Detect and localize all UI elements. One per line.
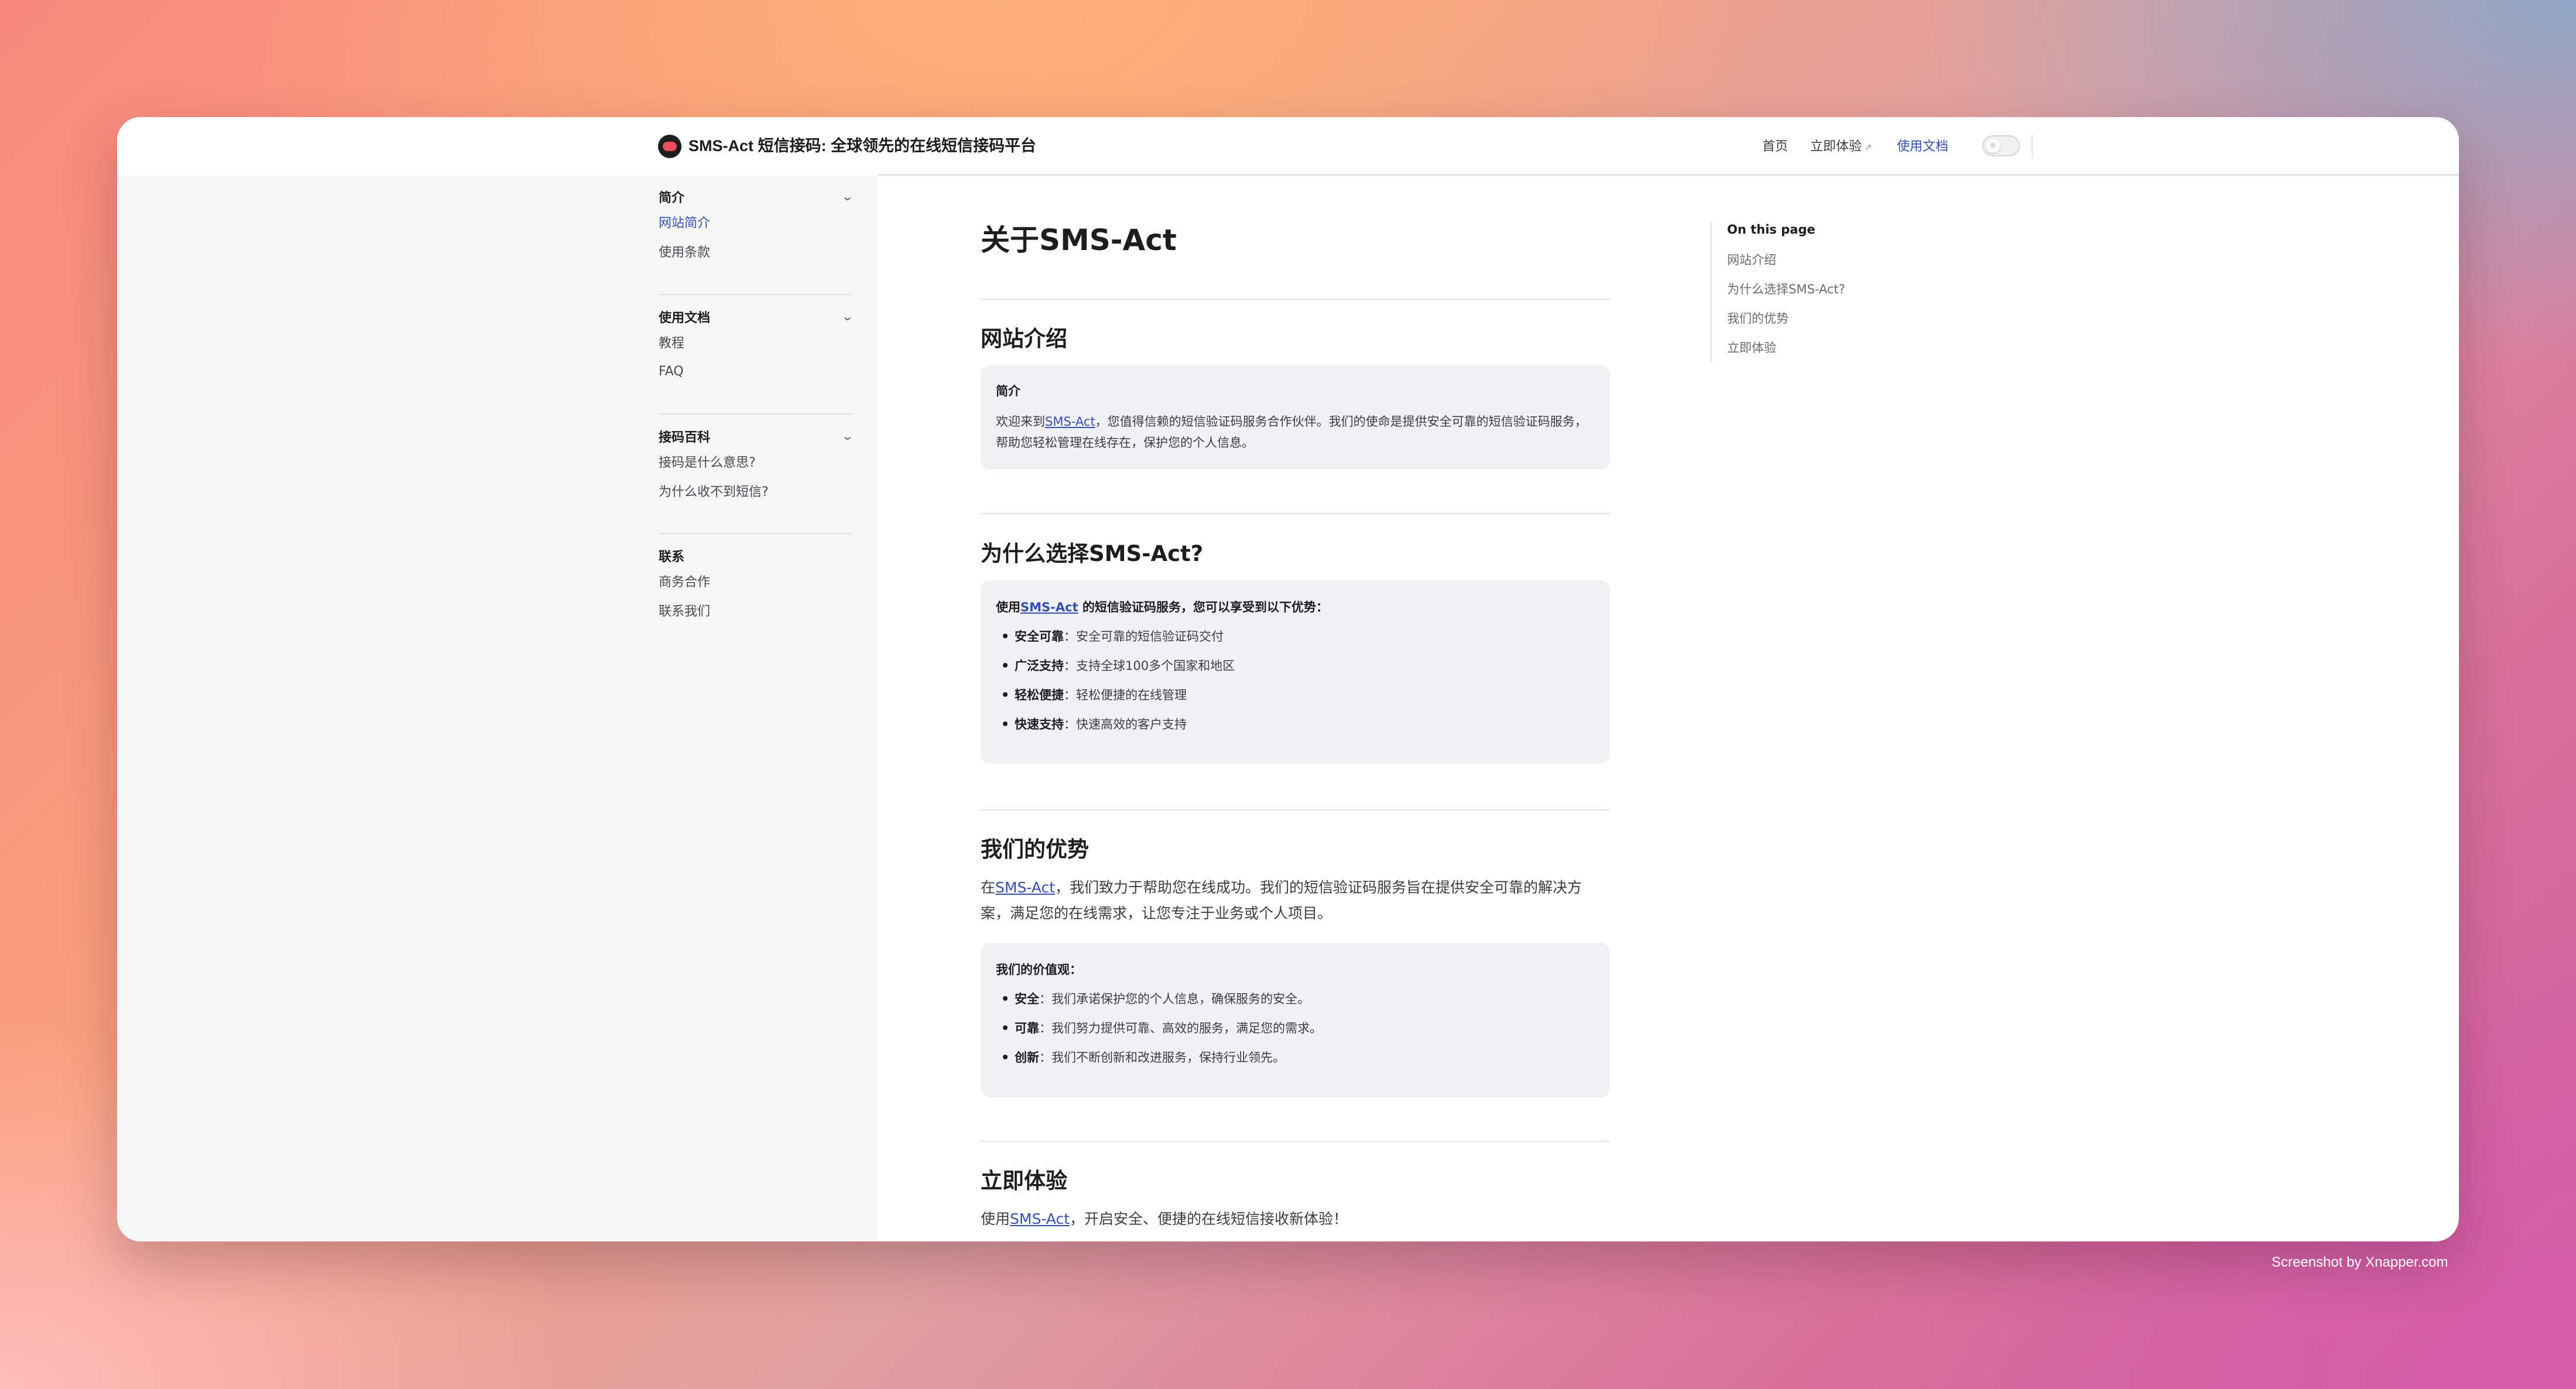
on-this-page: On this page 网站介绍 为什么选择SMS-Act? 我们的优势 立即… — [1711, 223, 1845, 362]
list-item: 安全可靠 ：安全可靠的短信验证码交付 — [996, 621, 1595, 651]
sidebar-item-tutorial[interactable]: 教程 — [659, 327, 852, 357]
list-item: 轻松便捷 ：轻松便捷的在线管理 — [996, 680, 1595, 709]
sidebar-group-title[interactable]: 接码百科 ⌄ — [659, 426, 854, 447]
why-box: 使用SMS-Act 的短信验证码服务，您可以享受到以下优势： 安全可靠 ：安全可靠… — [981, 580, 1610, 764]
toc-item[interactable]: 为什么选择SMS-Act? — [1727, 274, 1845, 303]
heading-advantages: 我们的优势 — [981, 837, 1089, 862]
nav-try-now-link[interactable]: 立即体验 ↗ — [1810, 136, 1872, 155]
sidebar-group-docs: 使用文档 ⌄ 教程 FAQ — [659, 306, 854, 386]
values-list: 安全 ：我们承诺保护您的个人信息，确保服务的安全。 可靠 ：我们努力提供可靠、高效的… — [996, 984, 1595, 1072]
heading-why: 为什么选择SMS-Act? — [981, 541, 1204, 566]
sidebar-item-what-is[interactable]: 接码是什么意思? — [659, 447, 852, 476]
intro-box-title: 简介 — [996, 384, 1020, 398]
section-divider — [981, 809, 1610, 810]
list-item: 安全 ：我们承诺保护您的个人信息，确保服务的安全。 — [996, 984, 1595, 1013]
top-navbar: SMS-Act 短信接码: 全球领先的在线短信接码平台 首页 立即体验 ↗ 使用文… — [117, 117, 2459, 176]
sidebar-item-faq[interactable]: FAQ — [659, 357, 852, 386]
try-paragraph: 使用SMS-Act，开启安全、便捷的在线短信接收新体验！ — [981, 1210, 1348, 1227]
page-title: 关于SMS-Act — [981, 223, 1177, 257]
toc-item[interactable]: 立即体验 — [1727, 333, 1845, 362]
section-divider — [981, 299, 1610, 300]
sidebar-item-business[interactable]: 商务合作 — [659, 566, 852, 596]
on-this-page-title: On this page — [1727, 223, 1815, 237]
nav-try-now-label: 立即体验 — [1810, 139, 1862, 154]
sidebar-separator — [659, 294, 852, 295]
toc-item[interactable]: 网站介绍 — [1727, 245, 1845, 274]
nav-docs-link[interactable]: 使用文档 — [1897, 136, 1948, 155]
sidebar-group-wiki: 接码百科 ⌄ 接码是什么意思? 为什么收不到短信? — [659, 426, 854, 505]
sidebar-item-contact-us[interactable]: 联系我们 — [659, 596, 852, 625]
sms-act-link[interactable]: SMS-Act — [995, 879, 1055, 896]
advantages-paragraph: 在SMS-Act，我们致力于帮助您在线成功。我们的短信验证码服务旨在提供安全可靠… — [981, 879, 1582, 922]
section-divider — [981, 513, 1610, 514]
sidebar-group-intro: 简介 ⌄ 网站简介 使用条款 — [659, 186, 854, 266]
external-link-icon: ↗ — [1864, 142, 1872, 153]
list-item: 创新 ：我们不断创新和改进服务，保持行业领先。 — [996, 1042, 1595, 1072]
sidebar-group-title[interactable]: 简介 ⌄ — [659, 186, 854, 207]
section-divider — [981, 1141, 1610, 1142]
sidebar-group-title: 联系 — [659, 550, 685, 565]
screenshot-credit: Screenshot by Xnapper.com — [2272, 1254, 2448, 1270]
why-list: 安全可靠 ：安全可靠的短信验证码交付 广泛支持 ：支持全球100多个国家和地区 轻松… — [996, 621, 1595, 738]
sun-icon: ☼ — [1986, 139, 2000, 153]
why-box-title: 使用SMS-Act 的短信验证码服务，您可以享受到以下优势： — [996, 600, 1328, 614]
list-item: 快速支持 ：快速高效的客户支持 — [996, 709, 1595, 738]
intro-box-text: 欢迎来到SMS-Act，您值得信赖的短信验证码服务合作伙伴。我们的使命是提供安全… — [996, 415, 1587, 450]
theme-toggle[interactable]: ☼ — [1982, 135, 2020, 156]
browser-window: SMS-Act 短信接码: 全球领先的在线短信接码平台 首页 立即体验 ↗ 使用文… — [117, 117, 2459, 1241]
values-box-title: 我们的价值观： — [996, 963, 1082, 977]
site-title-link[interactable]: SMS-Act 短信接码: 全球领先的在线短信接码平台 — [688, 133, 1036, 156]
sidebar-item-no-sms[interactable]: 为什么收不到短信? — [659, 476, 852, 505]
sms-act-link[interactable]: SMS-Act — [1010, 1210, 1070, 1227]
sidebar-group-title[interactable]: 使用文档 ⌄ — [659, 306, 854, 327]
nav-home-link[interactable]: 首页 — [1762, 136, 1788, 155]
values-box: 我们的价值观： 安全 ：我们承诺保护您的个人信息，确保服务的安全。 可靠 ：我们努力… — [981, 943, 1610, 1097]
chevron-down-icon[interactable]: ⌄ — [841, 430, 854, 443]
sidebar-item-site-intro[interactable]: 网站简介 — [659, 207, 852, 237]
sidebar-background — [117, 117, 878, 1241]
sidebar-separator — [659, 533, 852, 534]
nav-divider — [2032, 135, 2033, 157]
toc-item[interactable]: 我们的优势 — [1727, 303, 1845, 333]
logo-icon[interactable] — [658, 135, 681, 158]
sidebar-item-terms[interactable]: 使用条款 — [659, 237, 852, 266]
chevron-down-icon[interactable]: ⌄ — [841, 191, 854, 203]
intro-box: 简介 欢迎来到SMS-Act，您值得信赖的短信验证码服务合作伙伴。我们的使命是提… — [981, 365, 1610, 470]
sms-act-link[interactable]: SMS-Act — [1045, 415, 1095, 429]
sidebar-separator — [659, 413, 852, 415]
sidebar-group-contact: 联系 商务合作 联系我们 — [659, 545, 852, 625]
heading-try: 立即体验 — [981, 1168, 1067, 1193]
list-item: 可靠 ：我们努力提供可靠、高效的服务，满足您的需求。 — [996, 1013, 1595, 1042]
chevron-down-icon[interactable]: ⌄ — [841, 311, 854, 323]
sms-act-link[interactable]: SMS-Act — [1020, 600, 1078, 614]
heading-intro: 网站介绍 — [981, 326, 1067, 351]
list-item: 广泛支持 ：支持全球100多个国家和地区 — [996, 651, 1595, 680]
